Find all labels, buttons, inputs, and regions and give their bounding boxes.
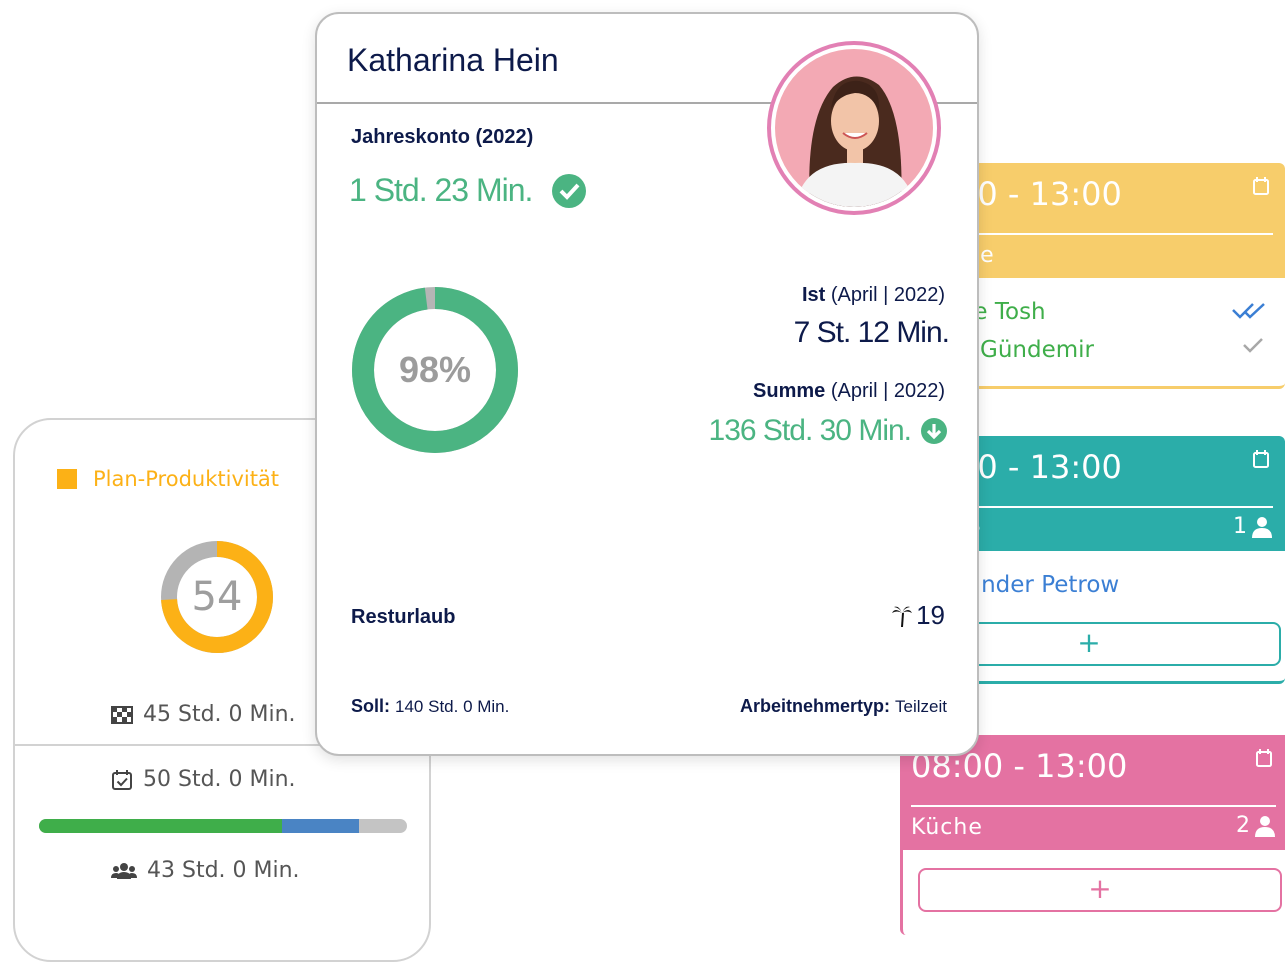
sum: 136 Std. 30 Min. <box>709 414 947 448</box>
gauge-value: 54 <box>191 574 243 620</box>
progress-segment-green <box>39 819 282 833</box>
arrow-down-circle-icon <box>921 418 947 444</box>
worked-hours: 43 Std. 0 Min. <box>111 858 300 883</box>
employee-type: Arbeitnehmertyp: Teilzeit <box>739 696 947 716</box>
annual-account-label: Jahreskonto (2022) <box>351 126 534 148</box>
calendar-icon[interactable] <box>1253 177 1269 195</box>
shift-time: 00 - 13:00 <box>957 175 1122 213</box>
staff-count: 2 <box>1236 813 1276 838</box>
avatar-photo <box>775 49 933 207</box>
calendar-icon[interactable] <box>1256 749 1272 767</box>
flag-icon <box>111 705 133 724</box>
double-check-icon <box>1232 303 1265 319</box>
check-circle-icon <box>552 173 587 208</box>
progress-segment-blue <box>281 819 360 833</box>
employee-card: Katharina Hein Jahreskonto (2022) 1 Std.… <box>315 12 979 756</box>
calendar-check-icon <box>112 769 132 790</box>
vacation-value: 19 <box>916 600 945 630</box>
vacation-label: Resturlaub <box>351 606 456 628</box>
users-icon <box>111 862 137 879</box>
header-rule <box>911 805 1276 807</box>
productivity-progress-bar <box>39 819 407 833</box>
actual-label: Ist (April | 2022) <box>801 284 945 306</box>
sum-value: 136 Std. 30 Min. <box>708 414 912 447</box>
check-icon <box>1243 338 1263 353</box>
donut-label: 98% <box>398 349 472 390</box>
avatar[interactable] <box>767 41 941 215</box>
annual-account: 1 Std. 23 Min. <box>349 172 587 209</box>
planned-hours: 45 Std. 0 Min. <box>111 702 296 727</box>
sum-label: Summe (April | 2022) <box>753 380 945 402</box>
actual-value: 7 St. 12 Min. <box>793 316 950 349</box>
calendar-icon[interactable] <box>1253 450 1269 468</box>
legend: Plan-Produktivität <box>57 467 279 491</box>
scheduled-hours: 50 Std. 0 Min. <box>111 767 296 792</box>
shift-department: Küche <box>911 815 983 840</box>
legend-label: Plan-Produktivität <box>93 467 280 491</box>
person-icon <box>1255 815 1275 837</box>
annual-account-value: 1 Std. 23 Min. <box>349 172 533 208</box>
vacation: 19 <box>892 600 945 631</box>
staff-count: 1 <box>1233 514 1273 539</box>
legend-swatch <box>57 469 77 489</box>
target-hours: Soll: 140 Std. 0 Min. <box>351 696 510 716</box>
shift-time: 00 - 13:00 <box>957 448 1122 486</box>
employee-name: Katharina Hein <box>347 42 559 78</box>
person-icon <box>1252 516 1272 538</box>
palm-tree-icon <box>892 606 913 627</box>
shift-card-3[interactable]: 08:00 - 13:00 Küche 2 + <box>900 735 1285 935</box>
staff-name[interactable]: Gündemir <box>980 337 1094 363</box>
add-staff-button[interactable]: + <box>918 868 1282 912</box>
staff-name[interactable]: ander Petrow <box>967 572 1119 598</box>
